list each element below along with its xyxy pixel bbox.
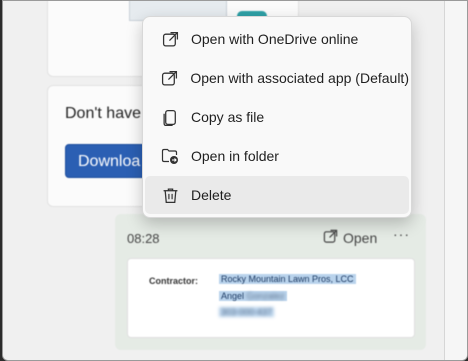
menu-item-label: Open with associated app (Default) [190,70,409,86]
message-open-button[interactable]: Open [323,229,377,247]
menu-item-label: Delete [191,187,232,203]
open-external-icon [161,30,179,48]
scroll-strip[interactable] [444,1,467,360]
menu-item-open-associated[interactable]: Open with associated app (Default) [145,59,409,97]
message-time: 08:28 [127,231,160,246]
menu-item-label: Open in folder [191,148,279,164]
folder-arrow-icon [161,147,179,165]
menu-item-copy-as-file[interactable]: Copy as file [145,98,409,136]
menu-item-delete[interactable]: Delete [145,176,409,214]
contact-last-name: Gonzalez [246,291,285,301]
contractor-name: Rocky Mountain Lawn Pros, LCC [219,274,356,284]
open-external-icon [323,229,338,247]
menu-item-label: Open with OneDrive online [191,31,359,47]
open-external-icon [161,69,178,87]
banner-text: Don't have [65,105,141,122]
trash-icon [161,186,179,204]
contractor-label: Contractor: [149,276,198,286]
menu-item-open-onedrive[interactable]: Open with OneDrive online [145,20,409,58]
contact-name: Angel Gonzalez [219,291,287,301]
contact-first-name: Angel [221,291,245,301]
menu-item-label: Copy as file [191,109,265,125]
message-open-label: Open [343,230,378,246]
contact-phone: 303-000-437 [219,307,275,317]
menu-item-open-in-folder[interactable]: Open in folder [145,137,409,175]
context-menu: Open with OneDrive online Open with asso… [142,16,412,218]
more-options-button[interactable]: ··· [393,226,410,242]
copy-icon [161,108,179,126]
